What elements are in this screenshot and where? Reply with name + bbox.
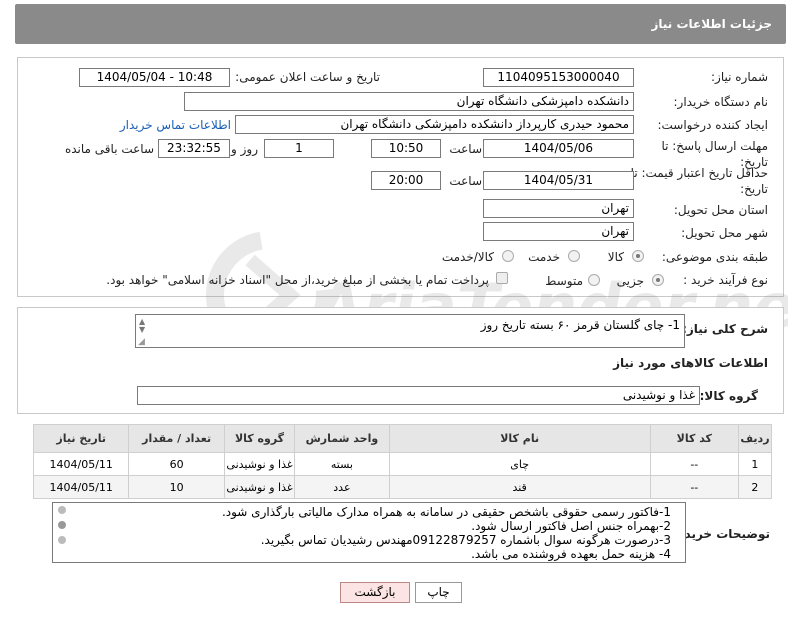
cell-unit: بسته	[294, 452, 390, 476]
category-radio-both[interactable]	[502, 250, 514, 262]
category-option-service: خدمت	[528, 250, 560, 264]
cell-unit: عدد	[294, 475, 390, 499]
category-radio-goods[interactable]	[632, 250, 644, 262]
notes-scroll-down-icon[interactable]	[58, 536, 66, 544]
summary-resize-icon[interactable]: ◢	[138, 337, 145, 347]
buyer-notes-textarea[interactable]: 1-فاکتور رسمی حقوقی باشخص حقیقی در سامان…	[52, 502, 686, 563]
remaining-label: ساعت باقی مانده	[64, 142, 154, 156]
category-label: طبقه بندی موضوعی:	[661, 250, 768, 264]
col-group: گروه کالا	[223, 424, 296, 453]
need-number-field: 1104095153000040	[483, 68, 634, 87]
cell-date: 1404/05/11	[32, 475, 130, 499]
category-radio-service[interactable]	[568, 250, 580, 262]
cell-code: --	[649, 475, 739, 499]
city-label: شهر محل تحویل:	[681, 226, 768, 240]
buyer-notes-line: 4- هزینه حمل بعهده فروشنده می باشد.	[471, 547, 671, 561]
buyer-org-label: نام دستگاه خریدار:	[673, 95, 769, 109]
contact-buyer-link[interactable]: اطلاعات تماس خریدار	[120, 118, 231, 132]
notes-scroll-thumb[interactable]	[58, 521, 66, 529]
back-button[interactable]: بازگشت	[340, 582, 410, 603]
goods-table: ردیف کد کالا نام کالا واحد شمارش گروه کا…	[32, 424, 773, 499]
province-label: استان محل تحویل:	[673, 203, 768, 217]
deadline-time-label: ساعت	[449, 142, 482, 156]
announce-label: تاریخ و ساعت اعلان عمومی:	[235, 70, 380, 84]
province-field: تهران	[483, 199, 634, 218]
cell-qty: 60	[128, 452, 225, 476]
city-field: تهران	[483, 222, 634, 241]
deadline-time-field: 10:50	[371, 139, 441, 158]
validity-date-field: 1404/05/31	[483, 171, 634, 190]
process-option-medium: متوسط	[545, 274, 583, 288]
buyer-org-field: دانشکده دامپزشکی دانشگاه تهران	[184, 92, 634, 111]
creator-label: ایجاد کننده درخواست:	[657, 118, 768, 132]
page-title: جزئیات اطلاعات نیاز	[651, 17, 772, 31]
buyer-notes-line: 2-بهمراه جنس اصل فاکتور ارسال شود.	[471, 519, 671, 533]
treasury-checkbox[interactable]	[496, 272, 508, 284]
process-radio-minor[interactable]	[652, 274, 664, 286]
goods-table-header: ردیف کد کالا نام کالا واحد شمارش گروه کا…	[32, 424, 773, 453]
cell-date: 1404/05/11	[32, 452, 130, 476]
summary-textarea[interactable]: 1- چای گلستان قرمز ۶۰ بسته تاریخ روز ▲ ▼…	[135, 314, 685, 348]
process-radio-medium[interactable]	[588, 274, 600, 286]
table-row: 1 -- چای بسته غذا و نوشیدنی 60 1404/05/1…	[32, 452, 773, 476]
days-count-field: 1	[264, 139, 334, 158]
goods-group-field: غذا و نوشیدنی	[137, 386, 700, 405]
category-option-goods: کالا	[607, 250, 624, 264]
buyer-notes-line: 1-فاکتور رسمی حقوقی باشخص حقیقی در سامان…	[221, 505, 671, 519]
days-and-label: روز و	[231, 142, 258, 156]
summary-scroll-down-icon[interactable]: ▼	[139, 325, 145, 334]
col-qty: تعداد / مقدار	[128, 424, 225, 453]
notes-scroll-up-icon[interactable]	[58, 506, 66, 514]
validity-time-field: 20:00	[371, 171, 441, 190]
cell-group: غذا و نوشیدنی	[223, 475, 296, 499]
buyer-notes-line: 3-درصورت هرگونه سوال باشماره 09122879257…	[260, 533, 671, 547]
cell-code: --	[649, 452, 739, 476]
goods-group-label: گروه کالا:	[699, 389, 758, 403]
cell-name: قند	[388, 475, 651, 499]
cell-qty: 10	[128, 475, 225, 499]
summary-text: 1- چای گلستان قرمز ۶۰ بسته تاریخ روز	[480, 318, 680, 332]
print-button[interactable]: چاپ	[415, 582, 462, 603]
announce-field: 1404/05/04 - 10:48	[79, 68, 230, 87]
goods-section-title: اطلاعات کالاهای مورد نیاز	[613, 356, 768, 370]
remaining-time-field: 23:32:55	[158, 139, 230, 158]
col-name: نام کالا	[388, 424, 651, 453]
table-row: 2 -- قند عدد غذا و نوشیدنی 10 1404/05/11	[32, 475, 773, 499]
process-option-minor: جزیی	[616, 274, 644, 288]
validity-time-label: ساعت	[449, 174, 482, 188]
col-date: تاریخ نیاز	[32, 424, 130, 453]
cell-group: غذا و نوشیدنی	[223, 452, 296, 476]
cell-name: چای	[388, 452, 651, 476]
col-unit: واحد شمارش	[294, 424, 390, 453]
col-row: ردیف	[737, 424, 773, 453]
creator-field: محمود حیدری کارپرداز دانشکده دامپزشکی دا…	[235, 115, 634, 134]
col-code: کد کالا	[649, 424, 739, 453]
validity-label: حداقل تاریخ اعتبار قیمت: تا تاریخ:	[630, 166, 768, 196]
category-option-both: کالا/خدمت	[441, 250, 494, 264]
cell-row: 1	[737, 452, 773, 476]
deadline-date-field: 1404/05/06	[483, 139, 634, 158]
payment-note: پرداخت تمام یا بخشی از مبلغ خرید،از محل …	[106, 273, 489, 287]
cell-row: 2	[737, 475, 773, 499]
header-bar: جزئیات اطلاعات نیاز	[15, 4, 786, 44]
summary-label: شرح کلی نیاز:	[682, 322, 768, 336]
process-label: نوع فرآیند خرید :	[683, 273, 768, 287]
need-number-label: شماره نیاز:	[711, 70, 768, 84]
